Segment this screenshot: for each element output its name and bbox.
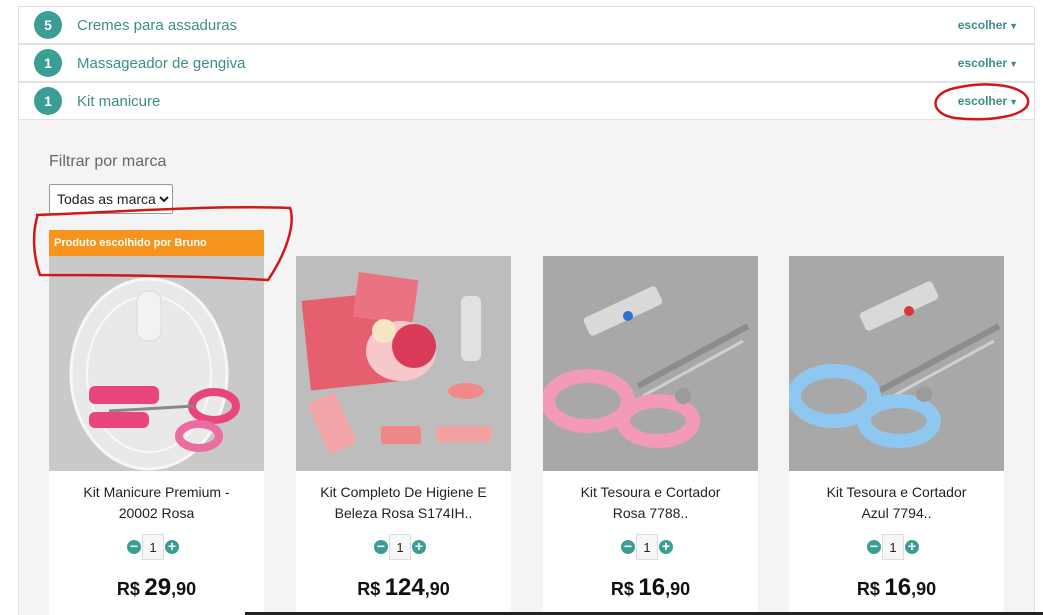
product-name[interactable]: Kit Tesoura e Cortador Azul 7794.. xyxy=(799,482,994,524)
plus-icon[interactable]: + xyxy=(165,539,179,554)
product-card[interactable]: Kit Tesoura e Cortador Azul 7794.. − 1 + … xyxy=(789,256,1004,615)
product-name-line: Kit Tesoura e Cortador xyxy=(580,484,721,500)
plus-icon[interactable]: + xyxy=(659,539,673,554)
chevron-down-icon: ▼ xyxy=(1009,59,1018,69)
currency: R$ xyxy=(116,579,140,599)
category-row-massageador[interactable]: 1 Massageador de gengiva escolher ▼ xyxy=(18,44,1035,82)
choose-dropdown[interactable]: escolher ▼ xyxy=(958,94,1018,108)
quantity-stepper: − 1 + xyxy=(621,534,673,560)
product-price: R$ 16,90 xyxy=(789,574,1004,602)
price-decimal: ,90 xyxy=(911,579,937,599)
minus-icon[interactable]: − xyxy=(621,539,635,554)
category-label: Massageador de gengiva xyxy=(77,54,246,72)
plus-icon[interactable]: + xyxy=(905,539,919,554)
count-badge: 1 xyxy=(34,87,62,115)
product-name-line: Rosa 7788.. xyxy=(612,505,689,521)
price-decimal: ,90 xyxy=(424,579,450,599)
product-image[interactable] xyxy=(296,256,511,471)
quantity-stepper: − 1 + xyxy=(867,534,919,560)
price-integer: 124 xyxy=(384,574,425,601)
product-name-line: Kit Manicure Premium - xyxy=(83,484,230,500)
product-name-line: Kit Tesoura e Cortador xyxy=(826,484,967,500)
category-row-kit-manicure[interactable]: 1 Kit manicure escolher ▼ xyxy=(18,82,1035,120)
currency: R$ xyxy=(357,579,381,599)
price-decimal: ,90 xyxy=(171,579,197,599)
minus-icon[interactable]: − xyxy=(867,539,881,554)
quantity-field[interactable]: 1 xyxy=(882,534,904,560)
count-badge: 1 xyxy=(34,49,62,77)
count-badge: 5 xyxy=(34,11,62,39)
product-card[interactable]: Kit Tesoura e Cortador Rosa 7788.. − 1 + … xyxy=(543,256,758,615)
product-name-line: Azul 7794.. xyxy=(861,505,932,521)
product-image[interactable] xyxy=(543,256,758,471)
quantity-stepper: − 1 + xyxy=(127,534,179,560)
chevron-down-icon: ▼ xyxy=(1009,21,1018,31)
category-row-cremes[interactable]: 5 Cremes para assaduras escolher ▼ xyxy=(18,6,1035,44)
product-name-line: Kit Completo De Higiene E xyxy=(320,484,487,500)
price-decimal: ,90 xyxy=(665,579,691,599)
quantity-field[interactable]: 1 xyxy=(142,534,164,560)
currency: R$ xyxy=(610,579,634,599)
product-name[interactable]: Kit Manicure Premium - 20002 Rosa xyxy=(59,482,254,524)
price-integer: 29 xyxy=(144,574,172,601)
product-price: R$ 124,90 xyxy=(296,574,511,602)
product-image[interactable] xyxy=(789,256,1004,471)
choose-label: escolher xyxy=(957,18,1008,32)
quantity-field[interactable]: 1 xyxy=(389,534,411,560)
minus-icon[interactable]: − xyxy=(127,539,141,554)
choose-label: escolher xyxy=(957,94,1008,108)
filter-title: Filtrar por marca xyxy=(49,153,167,170)
chosen-product-ribbon: Produto escolhido por Bruno xyxy=(49,230,264,256)
price-integer: 16 xyxy=(638,574,666,601)
product-name-line: Beleza Rosa S174IH.. xyxy=(334,505,473,521)
product-price: R$ 16,90 xyxy=(543,574,758,602)
quantity-stepper: − 1 + xyxy=(374,534,426,560)
product-name[interactable]: Kit Tesoura e Cortador Rosa 7788.. xyxy=(553,482,748,524)
product-name[interactable]: Kit Completo De Higiene E Beleza Rosa S17… xyxy=(306,482,501,524)
choose-dropdown[interactable]: escolher ▼ xyxy=(958,18,1018,32)
category-label: Cremes para assaduras xyxy=(77,16,238,34)
currency: R$ xyxy=(856,579,880,599)
product-card[interactable]: Kit Manicure Premium - 20002 Rosa − 1 + R… xyxy=(49,256,264,615)
plus-icon[interactable]: + xyxy=(412,539,426,554)
price-integer: 16 xyxy=(884,574,912,601)
choose-dropdown[interactable]: escolher ▼ xyxy=(958,56,1018,70)
choose-label: escolher xyxy=(957,56,1008,70)
quantity-field[interactable]: 1 xyxy=(636,534,658,560)
chevron-down-icon: ▼ xyxy=(1009,97,1018,107)
minus-icon[interactable]: − xyxy=(374,539,388,554)
product-name-line: 20002 Rosa xyxy=(118,505,195,521)
product-image[interactable] xyxy=(49,256,264,471)
product-card[interactable]: Kit Completo De Higiene E Beleza Rosa S17… xyxy=(296,256,511,615)
brand-select[interactable]: Todas as marcas xyxy=(49,184,173,214)
product-price: R$ 29,90 xyxy=(49,574,264,602)
category-label: Kit manicure xyxy=(77,92,161,110)
